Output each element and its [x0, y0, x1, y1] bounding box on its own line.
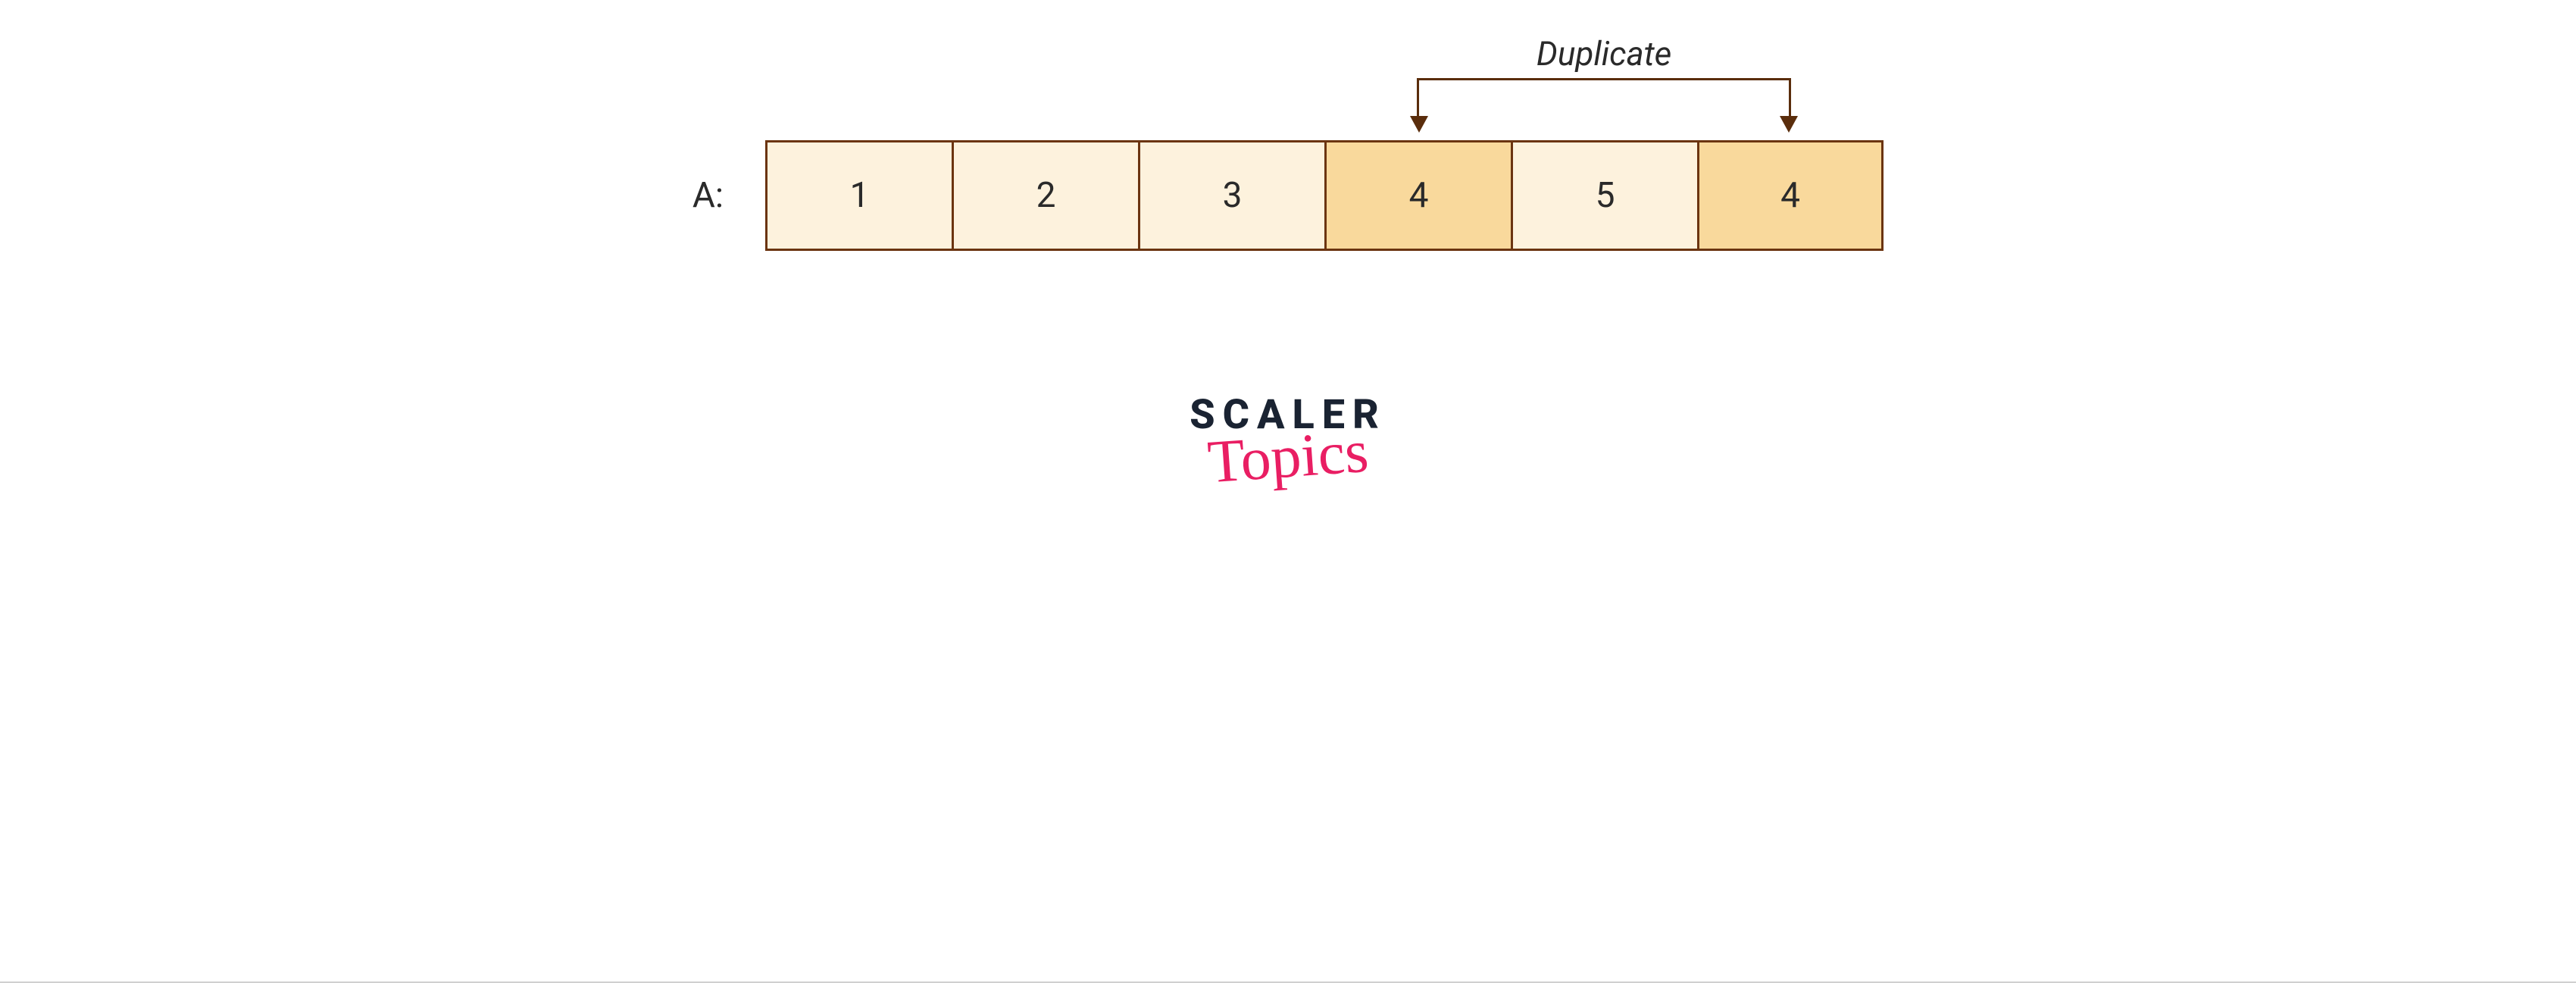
- array-row: A: Duplicate 123454: [692, 140, 1884, 251]
- array-cell-4: 5: [1511, 140, 1697, 251]
- duplicate-label: Duplicate: [1537, 34, 1671, 74]
- array-cell-2: 3: [1138, 140, 1324, 251]
- array-cells: Duplicate 123454: [765, 140, 1884, 251]
- array-cell-0: 1: [765, 140, 952, 251]
- array-cell-3: 4: [1324, 140, 1511, 251]
- array-label: A:: [692, 175, 724, 216]
- diagram-container: A: Duplicate 123454 SCALER Topics: [692, 140, 1884, 487]
- array-cell-1: 2: [952, 140, 1138, 251]
- bracket-icon: [1418, 78, 1790, 137]
- brand-logo: SCALER Topics: [1190, 395, 1386, 487]
- array-cell-5: 4: [1697, 140, 1884, 251]
- logo-line2: Topics: [1205, 421, 1370, 493]
- duplicate-annotation: Duplicate: [1418, 34, 1790, 136]
